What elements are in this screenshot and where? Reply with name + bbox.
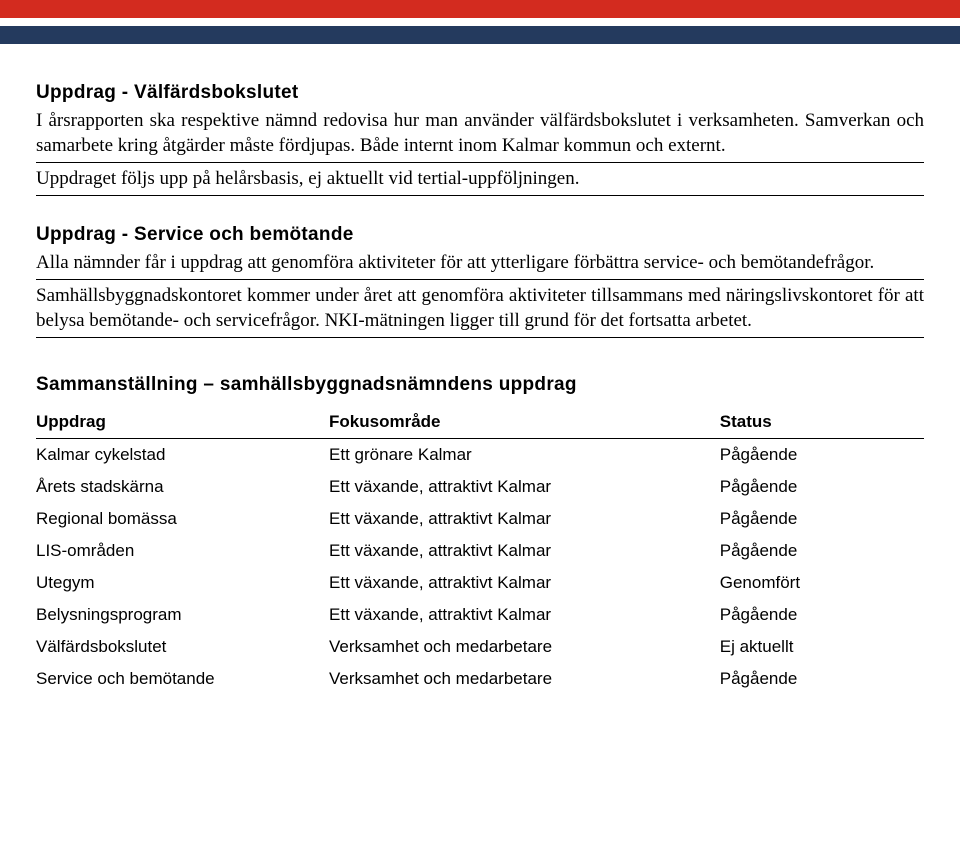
th-uppdrag: Uppdrag [36, 406, 329, 439]
table-row: Service och bemötande Verksamhet och med… [36, 663, 924, 695]
table-row: Utegym Ett växande, attraktivt Kalmar Ge… [36, 567, 924, 599]
header-bars [0, 0, 960, 44]
table-row: Belysningsprogram Ett växande, attraktiv… [36, 599, 924, 631]
th-fokus: Fokusområde [329, 406, 720, 439]
cell-uppdrag: Service och bemötande [36, 663, 329, 695]
section-note: Uppdraget följs upp på helårsbasis, ej a… [36, 166, 924, 191]
cell-status: Pågående [720, 663, 924, 695]
cell-status: Pågående [720, 535, 924, 567]
divider [36, 162, 924, 163]
section-valfardsbokslutet: Uppdrag - Välfärdsbokslutet I årsrapport… [36, 82, 924, 196]
header-bar-red [0, 0, 960, 18]
cell-uppdrag: Välfärdsbokslutet [36, 631, 329, 663]
cell-fokus: Ett växande, attraktivt Kalmar [329, 535, 720, 567]
table-row: Kalmar cykelstad Ett grönare Kalmar Pågå… [36, 439, 924, 472]
cell-status: Pågående [720, 439, 924, 472]
cell-status: Pågående [720, 471, 924, 503]
cell-status: Pågående [720, 599, 924, 631]
cell-uppdrag: Regional bomässa [36, 503, 329, 535]
section-note: Samhällsbyggnadskontoret kommer under år… [36, 283, 924, 333]
divider [36, 337, 924, 338]
cell-status: Pågående [720, 503, 924, 535]
cell-fokus: Verksamhet och medarbetare [329, 663, 720, 695]
section-paragraph: Alla nämnder får i uppdrag att genomföra… [36, 250, 924, 275]
cell-uppdrag: Utegym [36, 567, 329, 599]
cell-fokus: Ett växande, attraktivt Kalmar [329, 471, 720, 503]
cell-fokus: Verksamhet och medarbetare [329, 631, 720, 663]
divider [36, 195, 924, 196]
section-paragraph: I årsrapporten ska respektive nämnd redo… [36, 108, 924, 158]
cell-uppdrag: Belysningsprogram [36, 599, 329, 631]
table-header-row: Uppdrag Fokusområde Status [36, 406, 924, 439]
table-row: Regional bomässa Ett växande, attraktivt… [36, 503, 924, 535]
cell-status: Ej aktuellt [720, 631, 924, 663]
cell-uppdrag: Kalmar cykelstad [36, 439, 329, 472]
table-row: Välfärdsbokslutet Verksamhet och medarbe… [36, 631, 924, 663]
table-row: LIS-områden Ett växande, attraktivt Kalm… [36, 535, 924, 567]
cell-uppdrag: Årets stadskärna [36, 471, 329, 503]
cell-fokus: Ett grönare Kalmar [329, 439, 720, 472]
document-body: Uppdrag - Välfärdsbokslutet I årsrapport… [0, 52, 960, 751]
header-bar-navy [0, 26, 960, 44]
cell-uppdrag: LIS-områden [36, 535, 329, 567]
cell-fokus: Ett växande, attraktivt Kalmar [329, 567, 720, 599]
summary-title: Sammanställning – samhällsbyggnadsnämnde… [36, 374, 924, 396]
cell-status: Genomfört [720, 567, 924, 599]
cell-fokus: Ett växande, attraktivt Kalmar [329, 503, 720, 535]
section-title: Uppdrag - Välfärdsbokslutet [36, 82, 924, 104]
section-title: Uppdrag - Service och bemötande [36, 224, 924, 246]
section-service-bemotande: Uppdrag - Service och bemötande Alla näm… [36, 224, 924, 338]
cell-fokus: Ett växande, attraktivt Kalmar [329, 599, 720, 631]
th-status: Status [720, 406, 924, 439]
section-summary-table: Sammanställning – samhällsbyggnadsnämnde… [36, 374, 924, 695]
summary-table: Uppdrag Fokusområde Status Kalmar cykels… [36, 406, 924, 695]
table-row: Årets stadskärna Ett växande, attraktivt… [36, 471, 924, 503]
divider [36, 279, 924, 280]
